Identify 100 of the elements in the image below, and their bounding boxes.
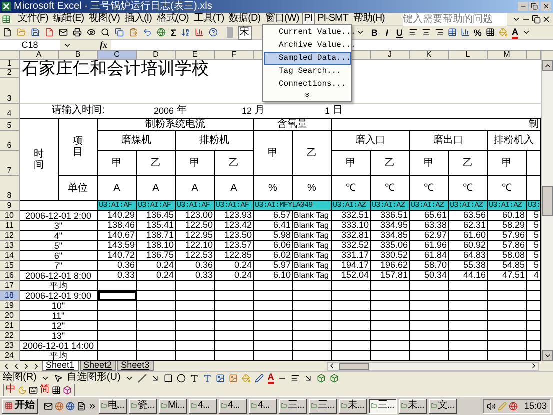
table-cell: 11" [20,311,98,321]
table-cell: Blank Tag [293,261,332,271]
header-cell: 甲 [254,131,293,176]
table-cell: 62.97 [410,231,449,241]
table-cell: 335.06 [371,241,410,251]
table-cell: 122.50 [176,221,215,231]
table-cell: 0.33 [176,271,215,281]
table-cell: 54.85 [488,261,527,271]
table-cell: 61.60 [449,231,488,241]
table-cell-text: 月 [254,104,266,118]
table-cell: 64.83 [449,251,488,261]
header-cell: 时间 [20,119,59,201]
table-cell: 12" [20,321,98,331]
table-cell: 123.00 [176,211,215,221]
table-cell: Blank Tag [293,251,332,261]
table-cell: Blank Tag [293,211,332,221]
table-cell-text: 请输入时间: [51,104,106,118]
table-cell: Blank Tag [293,271,332,281]
table-cell: 196.62 [371,261,410,271]
clock: 15:03 [524,401,547,411]
table-cell: 57.96 [488,231,527,241]
table-cell: 50.34 [410,271,449,281]
table-cell: 332.52 [332,241,371,251]
table-cell: 4" [20,231,98,241]
header-cell: 制 [332,119,541,131]
table-cell: 6.10 [254,271,293,281]
header-cell: 乙 [215,151,254,176]
header-cell: A [215,176,254,201]
window-title: Microsoft Excel - 三号锅炉运行日志(表三).xls [14,0,212,12]
table-cell: 平均 [20,281,98,291]
table-cell: 0.24 [215,271,254,281]
header-cell: 乙 [449,151,488,176]
table-cell: 5.98 [254,231,293,241]
table-cell-text: 日 [332,104,344,118]
header-cell: 甲 [488,151,527,176]
table-cell: 6.06 [254,241,293,251]
table-cell: 2006-12-01 14:00 [20,341,98,351]
table-cell: 135.41 [137,221,176,231]
table-cell: 61.84 [410,251,449,261]
table-cell: 47.51 [488,271,527,281]
table-cell: 10" [20,301,98,311]
header-cell: 项目 [59,119,98,176]
table-cell: 55.38 [449,261,488,271]
table-cell: 5.97 [254,261,293,271]
table-cell: 138.71 [137,231,176,241]
table-cell-text: 1 [324,105,331,118]
table-cell: 58.70 [410,261,449,271]
header-cell: A [98,176,137,201]
table-cell: 194.17 [332,261,371,271]
table-cell: 6.41 [254,221,293,231]
table-cell: 123.57 [215,241,254,251]
table-cell: 62.31 [449,221,488,231]
header-cell: 排粉机入 [488,131,541,151]
table-cell: 138.46 [98,221,137,231]
table-cell: 0.36 [98,261,137,271]
table-cell: 140.67 [98,231,137,241]
header-cell: 磨煤机 [98,131,176,151]
header-cell: A [176,176,215,201]
table-cell: 336.51 [371,211,410,221]
header-cell: ℃ [371,176,410,201]
table-cell: Blank Tag [293,231,332,241]
table-cell: 6" [20,251,98,261]
table-cell: Blank Tag [293,221,332,231]
table-cell: 2006-12-01 9:00 [20,291,98,301]
table-cell: 0.24 [137,261,176,271]
header-cell: A [137,176,176,201]
table-cell: 5" [20,241,98,251]
table-cell-text: 年 [176,104,188,118]
table-cell: 334.85 [371,231,410,241]
table-cell: 332.51 [332,211,371,221]
table-cell: 152.04 [332,271,371,281]
table-cell: 44.16 [449,271,488,281]
header-cell: 排粉机 [176,131,254,151]
table-cell: 122.10 [176,241,215,251]
header-cell: 甲 [98,151,137,176]
table-cell: 123.42 [215,221,254,231]
table-cell: 63.56 [449,211,488,221]
table-cell: 122.53 [176,251,215,261]
table-cell: 2006-12-01 8:00 [20,271,98,281]
table-cell: 60.92 [449,241,488,251]
table-cell: 0.24 [215,261,254,271]
table-cell: 13" [20,331,98,341]
table-cell: 332.81 [332,231,371,241]
header-cell: 乙 [293,131,332,176]
header-cell: 磨出口 [410,131,488,151]
table-cell: 6.57 [254,211,293,221]
table-cell: 60.18 [488,211,527,221]
header-cell: 乙 [137,151,176,176]
table-cell: 140.72 [98,251,137,261]
table-cell-text: 12 [240,105,253,118]
header-cell: 乙 [371,151,410,176]
table-cell: 136.45 [137,211,176,221]
header-cell: ℃ [488,176,527,201]
table-cell: 138.10 [137,241,176,251]
header-cell: % [293,176,332,201]
table-cell: 143.59 [98,241,137,251]
table-cell: 65.61 [410,211,449,221]
header-cell: ℃ [332,176,371,201]
table-cell: 0.36 [176,261,215,271]
table-cell: 0.24 [137,271,176,281]
